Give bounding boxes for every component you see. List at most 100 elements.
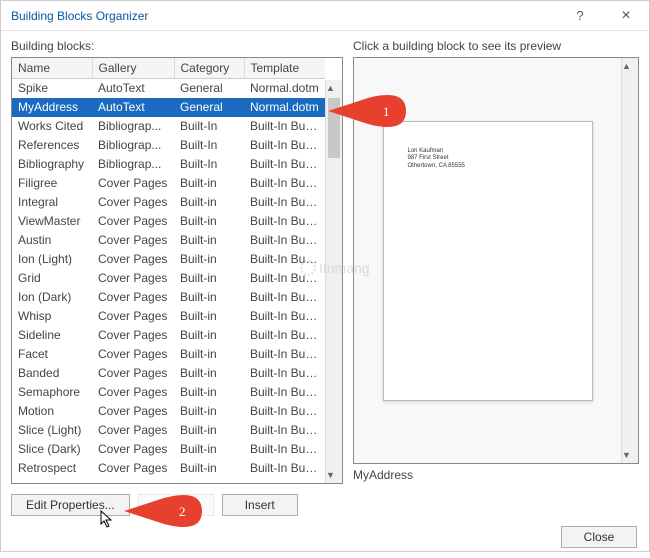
table-row[interactable]: GridCover PagesBuilt-inBuilt-In Buil... bbox=[12, 269, 325, 288]
cell-gallery: Cover Pages bbox=[92, 193, 174, 212]
cell-template: Built-In Buil... bbox=[244, 250, 325, 269]
table-row[interactable]: MyAddressAutoTextGeneralNormal.dotm bbox=[12, 98, 325, 117]
cell-template: Built-In Buil... bbox=[244, 459, 325, 478]
cell-category: Built-in bbox=[174, 383, 244, 402]
cell-name: Grid bbox=[12, 269, 92, 288]
cell-template: Built-In Buil... bbox=[244, 421, 325, 440]
cell-template: Normal.dotm bbox=[244, 98, 325, 117]
cell-category: Built-in bbox=[174, 421, 244, 440]
table-row[interactable]: WhispCover PagesBuilt-inBuilt-In Buil... bbox=[12, 307, 325, 326]
cell-gallery: Cover Pages bbox=[92, 383, 174, 402]
cell-template: Normal.dotm bbox=[244, 79, 325, 98]
cell-category: Built-in bbox=[174, 459, 244, 478]
close-button[interactable]: × bbox=[603, 1, 649, 31]
cell-name: Austin bbox=[12, 231, 92, 250]
window-title: Building Blocks Organizer bbox=[11, 9, 557, 23]
cell-template: Built-In Buil... bbox=[244, 269, 325, 288]
table-row[interactable]: IntegralCover PagesBuilt-inBuilt-In Buil… bbox=[12, 193, 325, 212]
cell-category: Built-In bbox=[174, 136, 244, 155]
cell-gallery: AutoText bbox=[92, 79, 174, 98]
scroll-thumb[interactable] bbox=[328, 98, 340, 158]
cell-name: Slice (Light) bbox=[12, 421, 92, 440]
preview-item-name: MyAddress bbox=[353, 468, 639, 482]
col-name[interactable]: Name bbox=[12, 58, 92, 79]
cell-category: Built-in bbox=[174, 402, 244, 421]
delete-button[interactable]: Delete bbox=[138, 494, 214, 516]
table-row[interactable]: FiligreeCover PagesBuilt-inBuilt-In Buil… bbox=[12, 174, 325, 193]
col-category[interactable]: Category bbox=[174, 58, 244, 79]
cell-name: References bbox=[12, 136, 92, 155]
table-row[interactable]: Works CitedBibliograp...Built-InBuilt-In… bbox=[12, 117, 325, 136]
table-row[interactable]: AustinCover PagesBuilt-inBuilt-In Buil..… bbox=[12, 231, 325, 250]
left-button-row: Edit Properties... Delete Insert bbox=[1, 488, 649, 516]
cell-template: Built-In Buil... bbox=[244, 288, 325, 307]
cell-template: Built-In Buil... bbox=[244, 383, 325, 402]
building-blocks-table: Name Gallery Category Template SpikeAuto… bbox=[11, 57, 343, 484]
table-row[interactable]: ViewMasterCover PagesBuilt-inBuilt-In Bu… bbox=[12, 212, 325, 231]
cell-gallery: Cover Pages bbox=[92, 269, 174, 288]
cell-gallery: Bibliograp... bbox=[92, 117, 174, 136]
cell-name: Works Cited bbox=[12, 117, 92, 136]
table-row[interactable]: Ion (Light)Cover PagesBuilt-inBuilt-In B… bbox=[12, 250, 325, 269]
table-row[interactable]: SemaphoreCover PagesBuilt-inBuilt-In Bui… bbox=[12, 383, 325, 402]
table-header-row: Name Gallery Category Template bbox=[12, 58, 325, 79]
cell-gallery: Cover Pages bbox=[92, 307, 174, 326]
table-row[interactable]: BandedCover PagesBuilt-inBuilt-In Buil..… bbox=[12, 364, 325, 383]
cell-template: Built-In Buil... bbox=[244, 231, 325, 250]
cell-name: Filigree bbox=[12, 174, 92, 193]
preview-line-2: 987 First Street bbox=[408, 155, 568, 163]
scroll-down-icon[interactable]: ▼ bbox=[326, 467, 335, 483]
cell-template: Built-In Buil... bbox=[244, 117, 325, 136]
cell-category: Built-in bbox=[174, 326, 244, 345]
table-row[interactable]: FacetCover PagesBuilt-inBuilt-In Buil... bbox=[12, 345, 325, 364]
edit-properties-button[interactable]: Edit Properties... bbox=[11, 494, 130, 516]
help-button[interactable]: ? bbox=[557, 1, 603, 31]
close-dialog-button[interactable]: Close bbox=[561, 526, 637, 548]
cell-template: Built-In Buil... bbox=[244, 402, 325, 421]
table-row[interactable]: SpikeAutoTextGeneralNormal.dotm bbox=[12, 79, 325, 98]
col-gallery[interactable]: Gallery bbox=[92, 58, 174, 79]
scroll-up-icon[interactable]: ▲ bbox=[326, 80, 335, 96]
cell-name: Whisp bbox=[12, 307, 92, 326]
cell-gallery: Cover Pages bbox=[92, 212, 174, 231]
cell-template: Built-In Buil... bbox=[244, 193, 325, 212]
preview-line-3: Othertown, CA 85555 bbox=[408, 163, 568, 171]
table-row[interactable]: MotionCover PagesBuilt-inBuilt-In Buil..… bbox=[12, 402, 325, 421]
cell-category: Built-in bbox=[174, 231, 244, 250]
cell-name: ViewMaster bbox=[12, 212, 92, 231]
cell-name: Spike bbox=[12, 79, 92, 98]
cell-gallery: Cover Pages bbox=[92, 364, 174, 383]
cell-name: Integral bbox=[12, 193, 92, 212]
insert-button[interactable]: Insert bbox=[222, 494, 298, 516]
preview-scrollbar[interactable]: ▲ ▼ bbox=[621, 58, 638, 463]
cell-category: Built-in bbox=[174, 345, 244, 364]
cell-category: General bbox=[174, 98, 244, 117]
cell-category: General bbox=[174, 79, 244, 98]
cell-gallery: Cover Pages bbox=[92, 345, 174, 364]
cell-template: Built-In Buil... bbox=[244, 174, 325, 193]
cell-gallery: Cover Pages bbox=[92, 421, 174, 440]
table-scrollbar[interactable]: ▲ ▼ bbox=[325, 80, 342, 483]
cell-gallery: Cover Pages bbox=[92, 288, 174, 307]
table-row[interactable]: ReferencesBibliograp...Built-InBuilt-In … bbox=[12, 136, 325, 155]
cell-gallery: Bibliograp... bbox=[92, 136, 174, 155]
table-row[interactable]: SidelineCover PagesBuilt-inBuilt-In Buil… bbox=[12, 326, 325, 345]
table-row[interactable]: Ion (Dark)Cover PagesBuilt-inBuilt-In Bu… bbox=[12, 288, 325, 307]
table-row[interactable]: BibliographyBibliograp...Built-InBuilt-I… bbox=[12, 155, 325, 174]
cell-template: Built-In Buil... bbox=[244, 326, 325, 345]
cell-name: Ion (Dark) bbox=[12, 288, 92, 307]
cell-name: Bibliography bbox=[12, 155, 92, 174]
col-template[interactable]: Template bbox=[244, 58, 325, 79]
table-row[interactable]: Slice (Dark)Cover PagesBuilt-inBuilt-In … bbox=[12, 440, 325, 459]
table-row[interactable]: Slice (Light)Cover PagesBuilt-inBuilt-In… bbox=[12, 421, 325, 440]
preview-scroll-up-icon[interactable]: ▲ bbox=[622, 58, 631, 74]
cell-category: Built-in bbox=[174, 250, 244, 269]
cell-name: Sideline bbox=[12, 326, 92, 345]
table-row[interactable]: RetrospectCover PagesBuilt-inBuilt-In Bu… bbox=[12, 459, 325, 478]
preview-pane: Click a building block to see its previe… bbox=[353, 39, 639, 484]
cell-template: Built-In Buil... bbox=[244, 440, 325, 459]
cell-gallery: AutoText bbox=[92, 98, 174, 117]
preview-scroll-down-icon[interactable]: ▼ bbox=[622, 447, 631, 463]
cell-template: Built-In Buil... bbox=[244, 364, 325, 383]
cell-gallery: Cover Pages bbox=[92, 459, 174, 478]
